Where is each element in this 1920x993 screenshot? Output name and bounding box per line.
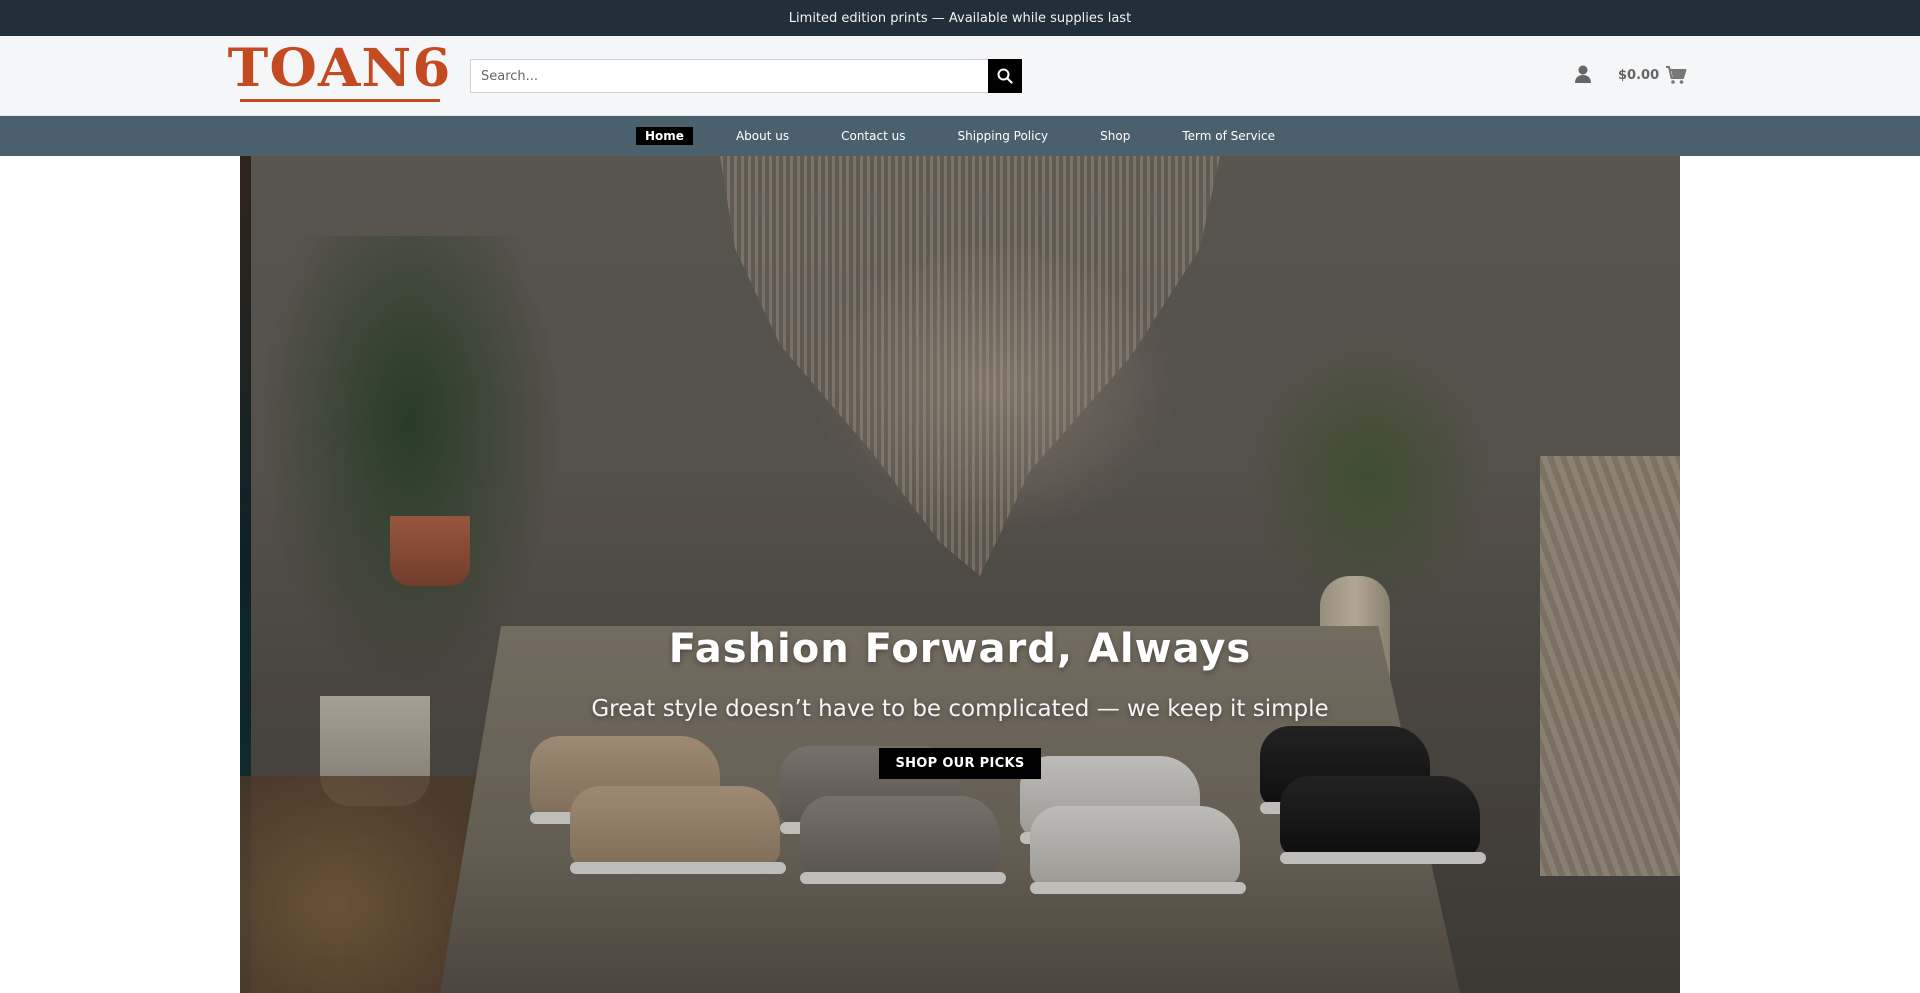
hero-overlay — [240, 156, 1680, 993]
logo-text: TOAN6 — [228, 38, 452, 99]
shop-our-picks-button[interactable]: SHOP OUR PICKS — [879, 748, 1041, 779]
nav-item-term-of-service[interactable]: Term of Service — [1173, 127, 1284, 145]
site-header: TOAN6 $0.00 — [0, 36, 1920, 116]
main-nav: Home About us Contact us Shipping Policy… — [0, 116, 1920, 156]
cart-icon — [1666, 66, 1687, 84]
search-form — [470, 59, 1022, 93]
nav-item-about-us[interactable]: About us — [727, 127, 798, 145]
search-input[interactable] — [470, 59, 988, 93]
hero-title: Fashion Forward, Always — [668, 626, 1252, 672]
cart-total: $0.00 — [1618, 67, 1660, 83]
search-icon — [997, 68, 1013, 84]
hero-subtitle: Great style doesn’t have to be complicat… — [591, 696, 1329, 722]
announcement-text: Limited edition prints — Available while… — [788, 10, 1132, 26]
nav-item-shop[interactable]: Shop — [1091, 127, 1139, 145]
nav-item-contact-us[interactable]: Contact us — [832, 127, 914, 145]
nav-item-home[interactable]: Home — [636, 127, 693, 145]
cart-button[interactable]: $0.00 — [1618, 64, 1687, 86]
search-button[interactable] — [988, 59, 1022, 93]
account-button[interactable] — [1572, 64, 1592, 84]
nav-item-shipping-policy[interactable]: Shipping Policy — [948, 127, 1057, 145]
hero-banner: Fashion Forward, Always Great style does… — [240, 156, 1680, 993]
hero-content: Fashion Forward, Always Great style does… — [240, 626, 1680, 779]
user-icon — [1575, 65, 1591, 83]
site-logo[interactable]: TOAN6 — [228, 40, 451, 102]
announcement-bar: Limited edition prints — Available while… — [0, 0, 1920, 36]
